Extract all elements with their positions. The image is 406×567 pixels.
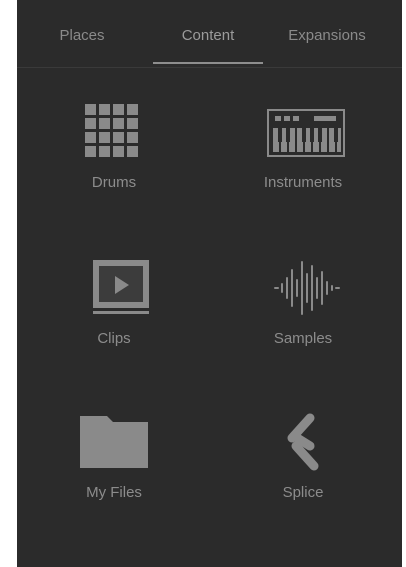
tile-label-clips: Clips xyxy=(97,330,131,347)
tile-instruments[interactable]: Instruments xyxy=(218,102,388,232)
tile-drums[interactable]: Drums xyxy=(29,102,199,232)
active-tab-indicator xyxy=(153,62,263,64)
tile-label-samples: Samples xyxy=(273,330,333,347)
tile-label-drums: Drums xyxy=(91,174,137,191)
tab-places[interactable]: Places xyxy=(29,0,135,68)
tile-label-instruments: Instruments xyxy=(263,174,343,191)
tab-expansions[interactable]: Expansions xyxy=(267,0,387,68)
tile-label-splice: Splice xyxy=(282,484,324,501)
keyboard-icon xyxy=(218,102,388,162)
splice-logo-icon xyxy=(218,412,388,472)
tile-my-files[interactable]: My Files xyxy=(29,412,199,542)
tab-divider xyxy=(17,67,402,68)
browser-panel: Places Content Expansions Drums Instrume… xyxy=(17,0,402,567)
tile-splice[interactable]: Splice xyxy=(218,412,388,542)
tile-label-my-files: My Files xyxy=(86,484,142,501)
tile-clips[interactable]: Clips xyxy=(29,258,199,388)
tab-content[interactable]: Content xyxy=(153,0,263,68)
clip-play-icon xyxy=(29,258,199,318)
waveform-icon xyxy=(218,258,388,318)
tab-bar: Places Content Expansions xyxy=(17,0,402,68)
tile-samples[interactable]: Samples xyxy=(218,258,388,388)
drum-pads-icon xyxy=(29,102,199,162)
folder-icon xyxy=(29,412,199,472)
